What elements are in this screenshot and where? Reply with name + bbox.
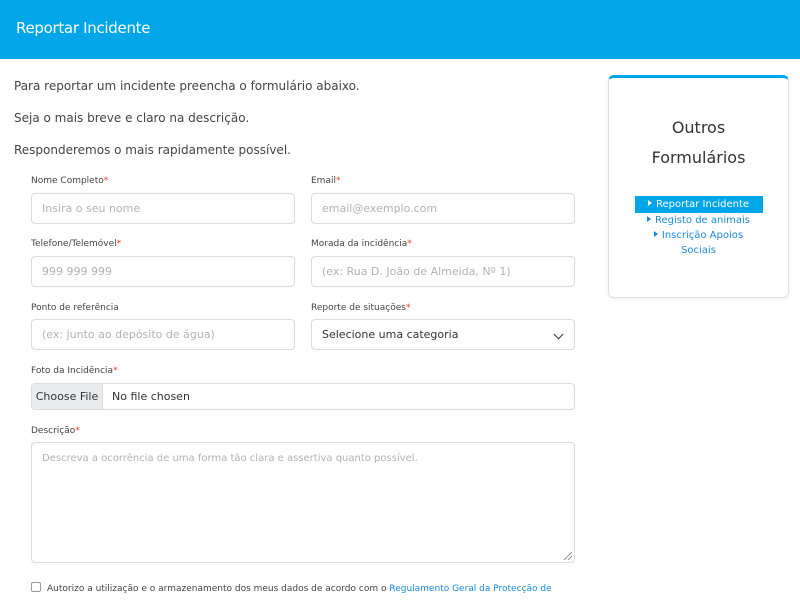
category-label: Reporte de situações* bbox=[311, 303, 411, 313]
other-forms-list: Reportar Incidente Registo de animais In… bbox=[609, 196, 788, 258]
address-label: Morada da incidência* bbox=[311, 239, 412, 249]
address-input[interactable]: (ex: Rua D. João de Almeida, Nº 1) bbox=[311, 256, 575, 287]
page-title: Reportar Incidente bbox=[16, 19, 151, 37]
header-bar: Reportar Incidente bbox=[0, 0, 800, 59]
phone-input[interactable]: 999 999 999 bbox=[31, 256, 295, 287]
description-label: Descrição* bbox=[31, 426, 80, 436]
resize-handle-icon[interactable] bbox=[564, 552, 572, 560]
reference-label: Ponto de referência bbox=[31, 303, 119, 313]
sidebar-item-registo-animais[interactable]: Registo de animais bbox=[609, 213, 788, 228]
description-textarea[interactable]: Descreva a ocorrência de uma forma tão c… bbox=[31, 442, 575, 563]
intro-line-1: Para reportar um incidente preencha o fo… bbox=[14, 79, 360, 93]
sidebar-heading-line-2: Formulários bbox=[651, 148, 746, 167]
intro-line-3: Responderemos o mais rapidamente possíve… bbox=[14, 143, 291, 157]
category-selected-value: Selecione uma categoria bbox=[322, 328, 459, 341]
reference-input[interactable]: (ex: junto ao depósito de água) bbox=[31, 319, 295, 350]
phone-label: Telefone/Telemóvel* bbox=[31, 239, 122, 249]
consent-checkbox[interactable] bbox=[31, 582, 41, 592]
choose-file-button[interactable]: Choose File bbox=[32, 384, 103, 409]
gdpr-link[interactable]: Regulamento Geral da Protecção de bbox=[389, 584, 551, 594]
name-input[interactable]: Insira o seu nome bbox=[31, 193, 295, 224]
file-status: No file chosen bbox=[112, 390, 190, 403]
consent-row: Autorizo a utilização e o armazenamento … bbox=[31, 582, 552, 594]
email-input[interactable]: email@exemplo.com bbox=[311, 193, 575, 224]
other-forms-card: Outros Formulários Reportar Incidente Re… bbox=[608, 75, 789, 298]
sidebar-item-sociais[interactable]: Sociais bbox=[609, 243, 788, 258]
category-select[interactable]: Selecione uma categoria bbox=[311, 319, 575, 350]
chevron-down-icon bbox=[553, 329, 564, 340]
sidebar-heading-line-1: Outros bbox=[671, 118, 726, 137]
caret-right-icon bbox=[653, 231, 658, 237]
sidebar-item-reportar-incidente[interactable]: Reportar Incidente bbox=[634, 196, 763, 213]
photo-file-input[interactable]: Choose File No file chosen bbox=[31, 383, 575, 410]
photo-label: Foto da Incidência* bbox=[31, 366, 118, 376]
intro-line-2: Seja o mais breve e claro na descrição. bbox=[14, 111, 250, 125]
caret-right-icon bbox=[647, 216, 651, 222]
email-label: Email* bbox=[311, 176, 341, 186]
consent-text: Autorizo a utilização e o armazenamento … bbox=[47, 584, 390, 594]
description-placeholder: Descreva a ocorrência de uma forma tão c… bbox=[42, 453, 418, 464]
sidebar-item-inscricao-apoios[interactable]: Inscrição Apoios bbox=[609, 228, 788, 243]
caret-right-icon bbox=[647, 200, 652, 206]
name-label: Nome Completo* bbox=[31, 176, 109, 186]
